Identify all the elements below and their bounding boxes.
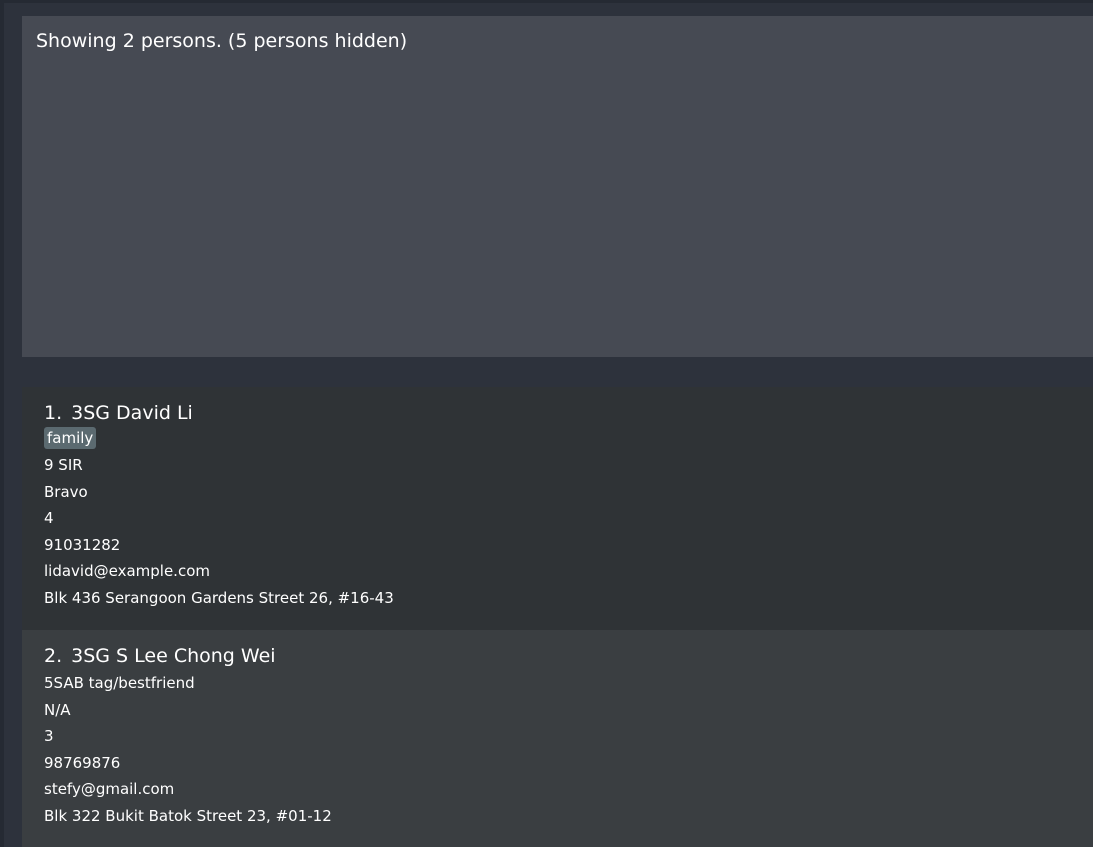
person-name: 3SG David Li <box>71 402 193 424</box>
person-phone: 91031282 <box>44 535 121 554</box>
person-email: stefy@gmail.com <box>44 780 175 798</box>
person-index: 1. <box>44 402 63 424</box>
person-card-title: 2. 3SG S Lee Chong Wei <box>44 644 1093 668</box>
person-tag: family <box>44 427 97 449</box>
person-card[interactable]: 1. 3SG David Li family 9 SIR Bravo 4 910… <box>22 387 1093 630</box>
person-unit: 5SAB tag/bestfriend <box>44 674 195 692</box>
person-platoon: 3 <box>44 727 54 745</box>
result-message: Showing 2 persons. (5 persons hidden) <box>36 30 408 52</box>
person-card[interactable]: 2. 3SG S Lee Chong Wei 5SAB tag/bestfrie… <box>22 630 1093 847</box>
person-name: 3SG S Lee Chong Wei <box>71 645 276 667</box>
app-window: Showing 2 persons. (5 persons hidden) 1.… <box>0 0 1093 847</box>
person-phone: 98769876 <box>44 753 121 772</box>
person-unit: 9 SIR <box>44 456 83 474</box>
person-platoon: 4 <box>44 509 54 527</box>
person-company: N/A <box>44 700 71 719</box>
person-address: Blk 322 Bukit Batok Street 23, #01-12 <box>44 806 332 825</box>
person-list[interactable]: 1. 3SG David Li family 9 SIR Bravo 4 910… <box>22 387 1093 847</box>
person-address: Blk 436 Serangoon Gardens Street 26, #16… <box>44 588 394 607</box>
result-display[interactable]: Showing 2 persons. (5 persons hidden) <box>22 16 1093 357</box>
person-company: Bravo <box>44 482 88 501</box>
person-email: lidavid@example.com <box>44 562 210 580</box>
person-card-title: 1. 3SG David Li <box>44 401 1093 425</box>
person-index: 2. <box>44 645 63 667</box>
